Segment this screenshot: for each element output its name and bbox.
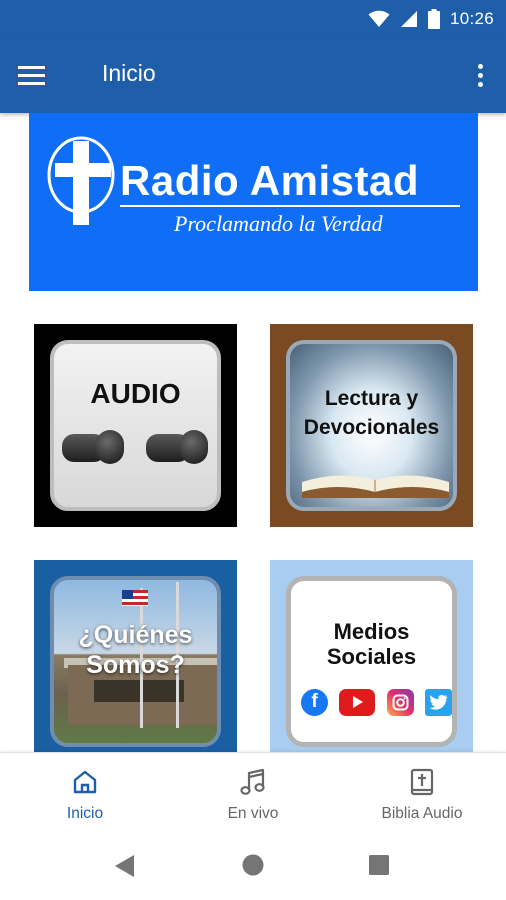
quienes-tile-label: ¿Quiénes Somos?	[54, 620, 217, 680]
nav-item-inicio[interactable]: Inicio	[45, 753, 125, 830]
nav-label-biblia-audio: Biblia Audio	[381, 805, 463, 822]
instagram-icon	[386, 688, 414, 716]
medios-label-line1: Medios	[333, 619, 410, 644]
earbud-icon	[62, 430, 124, 464]
lectura-label-line2: Devocionales	[303, 416, 440, 439]
status-time: 10:26	[449, 8, 494, 28]
medios-sociales-tile[interactable]: Medios Sociales f	[270, 560, 473, 763]
more-vertical-icon[interactable]	[468, 57, 492, 93]
wifi-icon	[368, 10, 390, 27]
youtube-icon	[339, 688, 376, 716]
home-circle-icon[interactable]	[242, 854, 264, 876]
signal-icon	[400, 10, 417, 27]
lectura-devocionales-tile[interactable]: Lectura y Devocionales	[270, 324, 473, 527]
banner-title: Radio Amistad	[120, 157, 419, 204]
recents-icon[interactable]	[369, 855, 389, 875]
audio-tile-label: AUDIO	[90, 378, 181, 409]
medios-tile-image: Medios Sociales f	[286, 576, 457, 747]
system-navigation-bar	[0, 829, 506, 900]
quienes-tile-image: ¿Quiénes Somos?	[50, 576, 221, 747]
lectura-label-line1: Lectura y	[324, 387, 419, 410]
social-icons-row: f	[301, 687, 452, 717]
open-book-icon	[302, 475, 449, 498]
audio-tile[interactable]: AUDIO	[34, 324, 237, 527]
quienes-label-line2: Somos?	[86, 651, 185, 679]
nav-item-biblia-audio[interactable]: Biblia Audio	[367, 753, 477, 830]
building-window	[94, 680, 184, 702]
lectura-tile-image: Lectura y Devocionales	[286, 340, 457, 511]
medios-tile-label: Medios Sociales	[291, 619, 452, 669]
back-icon[interactable]	[114, 854, 136, 878]
cross-logo-icon	[47, 136, 115, 225]
radio-amistad-banner[interactable]: Radio Amistad Proclamando la Verdad	[29, 113, 478, 291]
battery-icon	[427, 8, 440, 29]
audio-tile-image: AUDIO	[50, 340, 221, 511]
nav-label-en-vivo: En vivo	[227, 805, 279, 822]
quienes-somos-tile[interactable]: ¿Quiénes Somos?	[34, 560, 237, 763]
bible-icon	[410, 767, 434, 797]
status-icons: 10:26	[368, 0, 494, 37]
quienes-label-line1: ¿Quiénes	[78, 621, 193, 649]
page-title: Inicio	[102, 60, 156, 86]
app-bar: Inicio	[0, 37, 506, 113]
home-icon	[72, 767, 98, 797]
bottom-navigation: Inicio En vivo Biblia Audio	[0, 752, 506, 829]
lectura-tile-label: Lectura y Devocionales	[290, 384, 453, 442]
status-bar: 10:26	[0, 0, 506, 37]
hamburger-menu-icon[interactable]	[18, 59, 62, 91]
us-flag-icon	[122, 590, 148, 606]
facebook-icon: f	[301, 688, 328, 716]
twitter-icon	[424, 688, 452, 716]
medios-label-line2: Sociales	[326, 644, 417, 669]
nav-label-inicio: Inicio	[66, 805, 104, 822]
banner-divider	[120, 205, 460, 207]
banner-subtitle: Proclamando la Verdad	[174, 211, 383, 236]
earbud-icon	[146, 430, 208, 464]
nav-item-en-vivo[interactable]: En vivo	[208, 753, 298, 830]
music-note-icon	[240, 767, 266, 797]
